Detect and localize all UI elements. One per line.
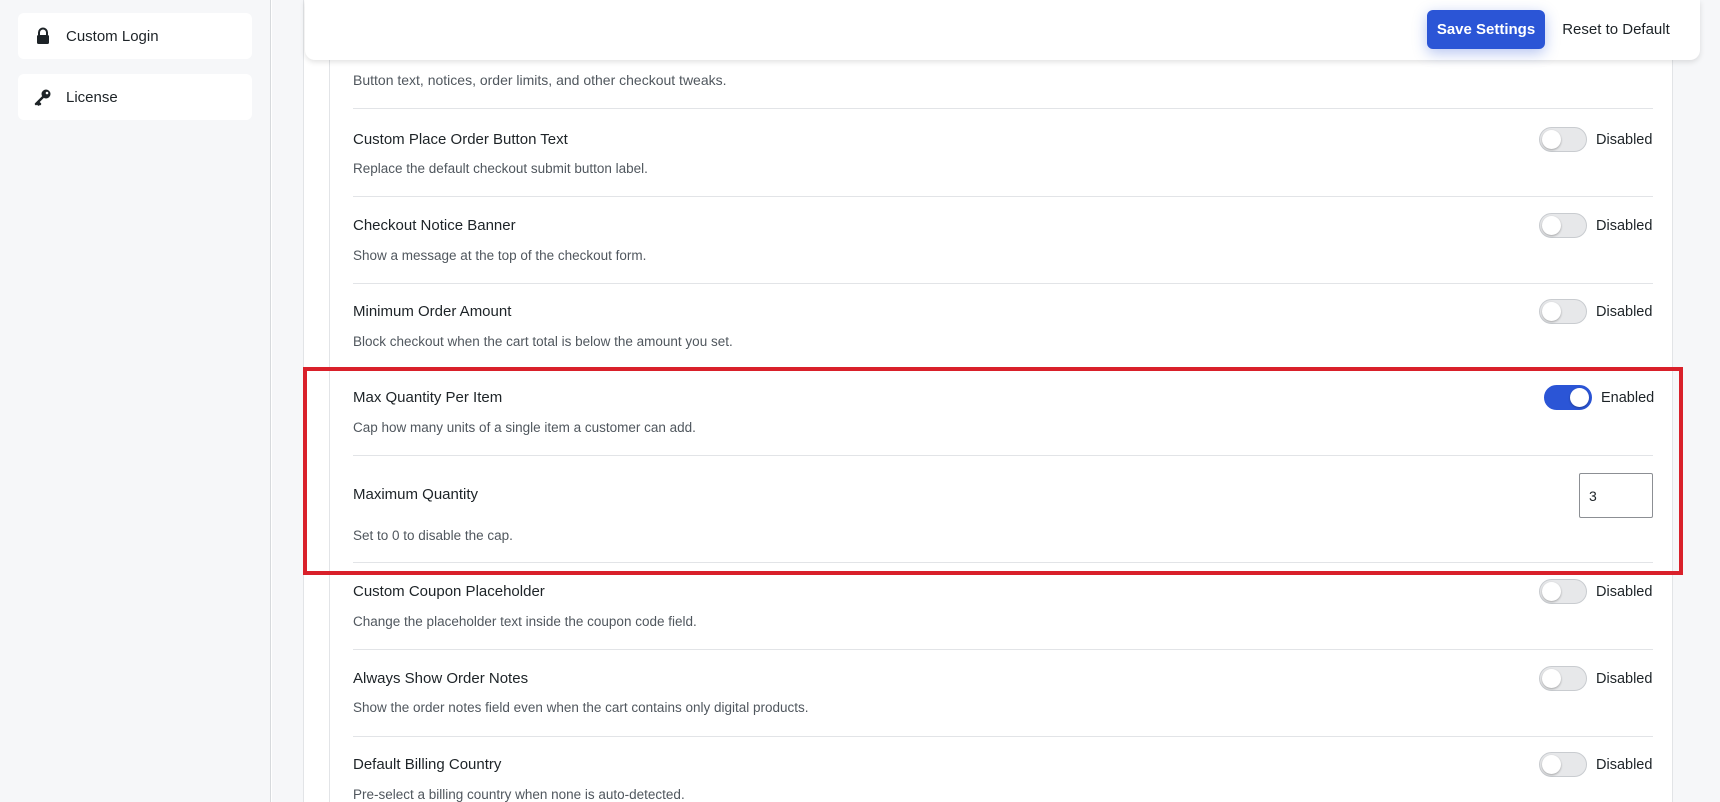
divider — [353, 455, 1653, 456]
setting-toggle-group: Disabled — [1539, 213, 1652, 238]
setting-toggle-group: Enabled — [1544, 385, 1654, 410]
divider — [353, 736, 1653, 737]
toggle-knob — [1542, 669, 1561, 688]
toggle-status: Disabled — [1596, 131, 1653, 148]
setting-toggle-group: Disabled — [1539, 666, 1652, 691]
setting-title: Custom Place Order Button Text — [353, 131, 568, 148]
minimum-order-amount-toggle[interactable] — [1539, 299, 1587, 324]
divider — [353, 196, 1653, 197]
setting-toggle-group: Disabled — [1539, 127, 1652, 152]
toggle-knob — [1542, 302, 1561, 321]
toggle-knob — [1570, 388, 1589, 407]
toggle-status: Disabled — [1596, 756, 1653, 773]
save-button[interactable]: Save Settings — [1427, 10, 1545, 49]
toggle-knob — [1542, 216, 1561, 235]
sidebar-item-label: License — [66, 88, 118, 106]
toggle-knob — [1542, 130, 1561, 149]
setting-description: Change the placeholder text inside the c… — [353, 614, 697, 629]
setting-description: Replace the default checkout submit butt… — [353, 161, 648, 176]
toggle-knob — [1542, 755, 1561, 774]
divider — [353, 562, 1653, 563]
settings-panel — [329, 0, 1673, 802]
reset-button[interactable]: Reset to Default — [1556, 10, 1676, 49]
setting-toggle-group: Disabled — [1539, 579, 1652, 604]
setting-description: Cap how many units of a single item a cu… — [353, 420, 696, 435]
toggle-status: Disabled — [1596, 670, 1653, 687]
checkout-notice-banner-toggle[interactable] — [1539, 213, 1587, 238]
toggle-status: Disabled — [1596, 583, 1653, 600]
setting-description: Set to 0 to disable the cap. — [353, 528, 513, 543]
toggle-status: Enabled — [1601, 389, 1655, 406]
sidebar-item-license[interactable]: License — [18, 74, 252, 120]
lock-icon — [34, 27, 52, 45]
setting-description: Show a message at the top of the checkou… — [353, 248, 647, 263]
sidebar-item-custom-login[interactable]: Custom Login — [18, 13, 252, 59]
setting-description: Show the order notes field even when the… — [353, 700, 809, 715]
custom-place-order-button-text-toggle[interactable] — [1539, 127, 1587, 152]
toggle-status: Disabled — [1596, 217, 1653, 234]
key-icon — [34, 88, 52, 106]
setting-title: Checkout Notice Banner — [353, 217, 516, 234]
setting-title: Custom Coupon Placeholder — [353, 583, 545, 600]
maximum-quantity-input[interactable] — [1579, 473, 1653, 518]
setting-title: Always Show Order Notes — [353, 670, 529, 687]
sidebar: Custom Login License — [0, 0, 271, 802]
setting-description: Block checkout when the cart total is be… — [353, 334, 733, 349]
toggle-knob — [1542, 582, 1561, 601]
divider — [353, 283, 1653, 284]
divider — [353, 108, 1653, 109]
setting-title: Minimum Order Amount — [353, 303, 512, 320]
always-show-order-notes-toggle[interactable] — [1539, 666, 1587, 691]
setting-toggle-group: Disabled — [1539, 299, 1652, 324]
max-quantity-per-item-toggle[interactable] — [1544, 385, 1592, 410]
setting-description: Pre-select a billing country when none i… — [353, 787, 685, 802]
setting-title: Max Quantity Per Item — [353, 389, 503, 406]
section-description: Button text, notices, order limits, and … — [353, 72, 727, 88]
divider — [353, 649, 1653, 650]
sidebar-item-label: Custom Login — [66, 27, 159, 45]
custom-coupon-placeholder-toggle[interactable] — [1539, 579, 1587, 604]
toggle-status: Disabled — [1596, 303, 1653, 320]
setting-toggle-group: Disabled — [1539, 752, 1652, 777]
default-billing-country-toggle[interactable] — [1539, 752, 1587, 777]
setting-title: Maximum Quantity — [353, 486, 479, 503]
setting-title: Default Billing Country — [353, 756, 502, 773]
